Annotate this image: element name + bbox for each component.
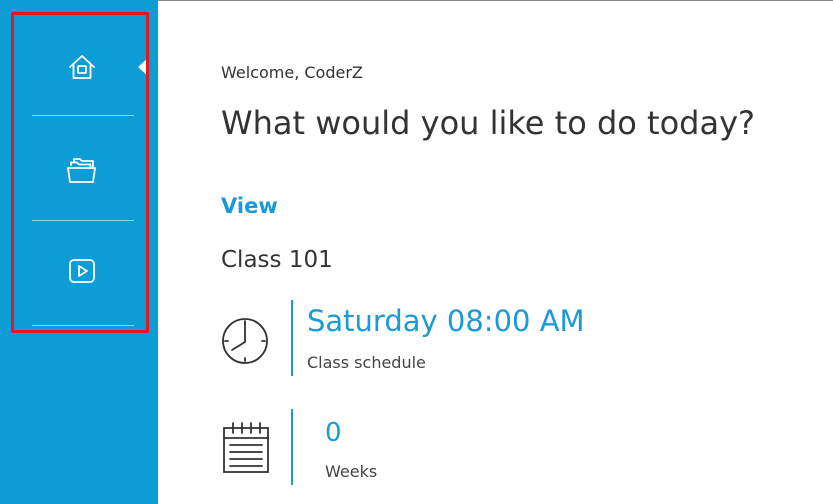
schedule-value: Saturday 08:00 AM: [307, 304, 585, 338]
sidebar: [0, 0, 158, 504]
view-link[interactable]: View: [221, 194, 278, 218]
class-name: Class 101: [221, 247, 333, 273]
clock-icon: [222, 318, 268, 364]
weeks-label: Weeks: [325, 462, 378, 481]
schedule-divider: [291, 300, 293, 376]
highlight-box: [11, 12, 149, 333]
weeks-divider: [291, 409, 293, 485]
schedule-label: Class schedule: [307, 353, 426, 372]
page-title: What would you like to do today?: [221, 104, 755, 142]
calendar-icon: [223, 422, 269, 473]
welcome-text: Welcome, CoderZ: [221, 63, 363, 82]
weeks-value: 0: [325, 418, 342, 448]
app-window: Welcome, CoderZ What would you like to d…: [0, 0, 833, 504]
main-content: Welcome, CoderZ What would you like to d…: [221, 0, 833, 504]
